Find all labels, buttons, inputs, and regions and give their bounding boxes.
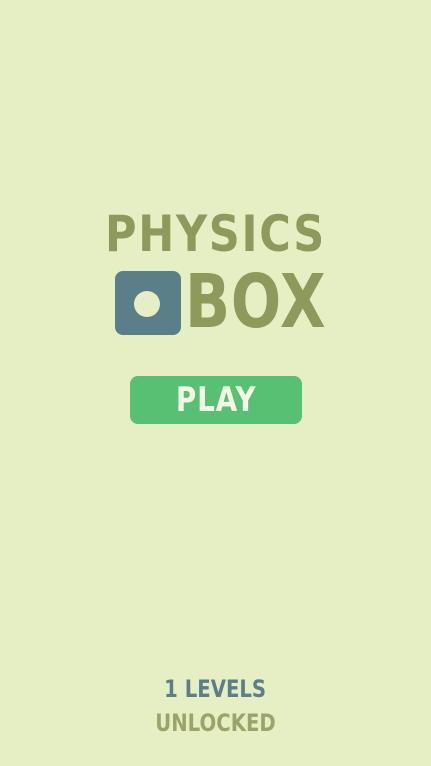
play-button-label: PLAY <box>175 380 257 420</box>
game-title-physics: PHYSICS <box>105 205 326 263</box>
levels-count-text: 1 LEVELS <box>164 675 267 703</box>
game-title-box: BOX <box>185 259 327 345</box>
title-logo-row: BOX <box>115 262 326 342</box>
logo-dot <box>134 291 160 317</box>
square-with-dot-icon <box>115 271 181 335</box>
play-button[interactable]: PLAY <box>130 376 302 424</box>
levels-status-text: UNLOCKED <box>155 709 276 737</box>
levels-unlocked-label: UNLOCKED <box>0 707 431 739</box>
levels-unlocked-count: 1 LEVELS <box>0 673 431 705</box>
main-menu-screen: PHYSICS BOX PLAY 1 LEVELS UNLOCKED <box>0 0 431 766</box>
